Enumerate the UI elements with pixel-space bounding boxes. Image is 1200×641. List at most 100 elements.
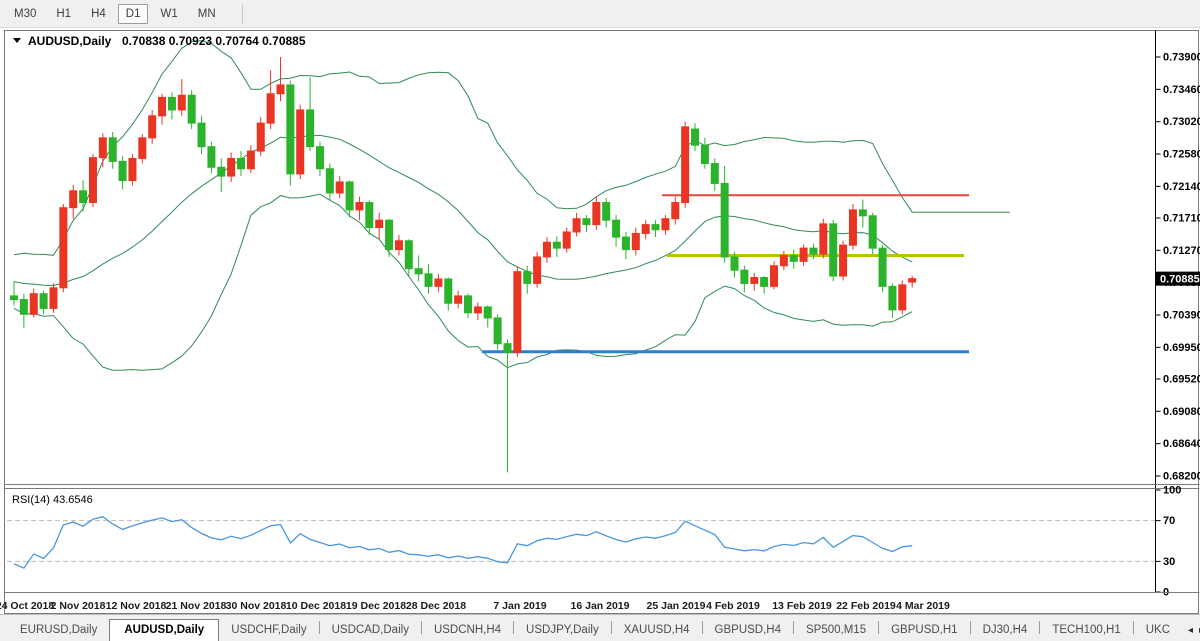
candle-body (889, 286, 896, 310)
price-axis-label: 0.69520 (1163, 373, 1200, 385)
candle-body (780, 255, 787, 265)
candle-body (672, 203, 679, 219)
rsi-indicator-label: RSI(14) 43.6546 (12, 494, 93, 506)
date-axis-label: 19 Dec 2018 (346, 600, 406, 612)
candle-body (879, 248, 886, 286)
candle-body (642, 225, 649, 234)
chart-tab-ukc[interactable]: UKC (1134, 620, 1182, 641)
chart-tab-sp500-m15[interactable]: SP500,M15 (794, 620, 878, 641)
price-axis-label: 0.70390 (1163, 310, 1200, 322)
candle-body (336, 182, 343, 193)
price-axis-label: 0.68200 (1163, 471, 1200, 483)
price-axis-label: 0.72140 (1163, 181, 1200, 193)
candle-body (840, 245, 847, 276)
candle-body (869, 216, 876, 248)
candle-body (751, 278, 758, 284)
candle-body (711, 164, 718, 184)
candle-body (346, 182, 353, 210)
candle-body (228, 158, 235, 176)
chart-tabs-bar: EURUSD,DailyAUDUSD,DailyUSDCHF,DailyUSDC… (0, 614, 1200, 641)
candle-body (593, 203, 600, 225)
candle-body (543, 242, 550, 257)
candle-body (899, 285, 906, 310)
candle-body (583, 219, 590, 225)
date-axis-label: 24 Oct 2018 (0, 600, 54, 612)
chart-tab-gbpusd-h1[interactable]: GBPUSD,H1 (879, 620, 969, 641)
chart-tab-usdcnh-h4[interactable]: USDCNH,H4 (422, 620, 513, 641)
candle-body (405, 241, 412, 269)
chart-tab-gbpusd-h4[interactable]: GBPUSD,H4 (703, 620, 793, 641)
date-axis-label: 16 Jan 2019 (571, 600, 630, 612)
candle-body (247, 151, 254, 169)
price-axis-label: 0.68640 (1163, 438, 1200, 450)
chart-tab-usdcad-daily[interactable]: USDCAD,Daily (320, 620, 421, 641)
date-axis-label: 22 Feb 2019 (836, 600, 896, 612)
candle-body (770, 266, 777, 287)
rsi-axis-label: 30 (1163, 556, 1175, 568)
candle-body (316, 147, 323, 169)
candle-body (376, 220, 383, 227)
price-axis-label: 0.73020 (1163, 116, 1200, 128)
candle-body (109, 138, 116, 162)
candle-body (573, 219, 580, 232)
candle-body (139, 138, 146, 159)
candle-body (701, 145, 708, 163)
candle-body (395, 241, 402, 250)
date-axis-label: 25 Jan 2019 (647, 600, 706, 612)
candle-body (849, 210, 856, 245)
candle-body (741, 270, 748, 283)
date-axis-label: 2 Nov 2018 (51, 600, 106, 612)
candle-body (218, 167, 225, 176)
candle-body (692, 129, 699, 145)
candle-body (297, 110, 304, 174)
price-axis-label: 0.73900 (1163, 52, 1200, 64)
tab-scroll-left-icon[interactable]: ◂ (1188, 626, 1193, 636)
candle-body (30, 294, 37, 315)
chart-tab-dj30-h4[interactable]: DJ30,H4 (971, 620, 1040, 641)
candle-body (682, 127, 689, 203)
candle-body (474, 307, 481, 313)
candle-body (80, 191, 87, 203)
candle-body (257, 123, 264, 151)
candle-body (830, 224, 837, 276)
candle-body (652, 225, 659, 230)
candle-body (632, 233, 639, 249)
candle-body (859, 210, 866, 216)
chart-tab-xauusd-h4[interactable]: XAUUSD,H4 (612, 620, 702, 641)
terminal-window: M30H1H4D1W1MN AUDUSD,Daily0.70838 0.7092… (0, 0, 1200, 641)
candle-body (613, 220, 620, 237)
candle-body (563, 232, 570, 248)
candle-body (149, 116, 156, 138)
candle-body (721, 183, 728, 257)
candle-body (465, 296, 472, 313)
candle-body (11, 296, 18, 300)
date-axis-label: 10 Dec 2018 (286, 600, 346, 612)
candle-body (425, 274, 432, 286)
candle-body (20, 300, 27, 315)
candle-body (494, 318, 501, 344)
candle-body (119, 161, 126, 180)
candle-body (761, 278, 768, 287)
candle-body (800, 248, 807, 261)
candle-body (238, 158, 245, 168)
chart-symbol-title: AUDUSD,Daily (28, 34, 112, 48)
candle-body (504, 344, 511, 353)
candle-body (909, 279, 916, 282)
candle-body (326, 169, 333, 193)
chart-tab-eurusd-daily[interactable]: EURUSD,Daily (8, 620, 109, 641)
candle-body (89, 158, 96, 203)
chart-tab-audusd-daily[interactable]: AUDUSD,Daily (109, 619, 219, 641)
chart-tab-usdjpy-daily[interactable]: USDJPY,Daily (514, 620, 611, 641)
candle-body (415, 269, 422, 274)
candle-body (603, 203, 610, 221)
price-chart-canvas[interactable]: AUDUSD,Daily0.70838 0.70923 0.70764 0.70… (0, 0, 1200, 641)
chart-tab-usdchf-daily[interactable]: USDCHF,Daily (219, 620, 318, 641)
candle-body (168, 97, 175, 109)
price-axis-label: 0.73460 (1163, 84, 1200, 96)
candle-body (366, 203, 373, 228)
date-axis-label: 28 Dec 2018 (406, 600, 466, 612)
candle-body (307, 110, 314, 147)
date-axis-label: 21 Nov 2018 (166, 600, 227, 612)
candle-body (198, 123, 205, 147)
chart-tab-tech100-h1[interactable]: TECH100,H1 (1040, 620, 1132, 641)
